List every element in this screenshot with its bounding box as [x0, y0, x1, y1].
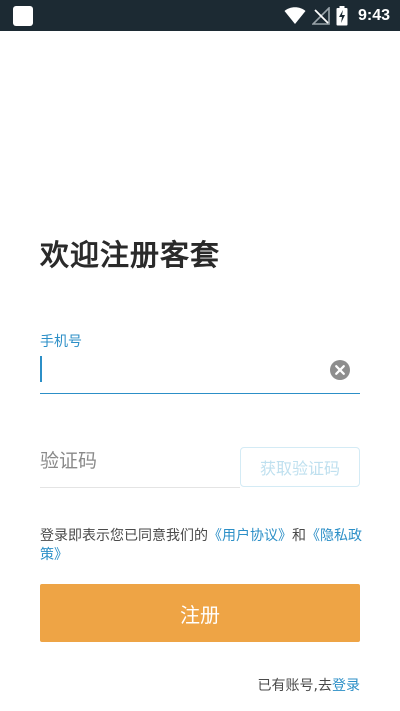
- status-bar: 9:43: [0, 0, 400, 31]
- agreement-prefix: 登录即表示您已同意我们的: [40, 528, 208, 544]
- login-prompt: 已有账号,去: [257, 678, 332, 694]
- status-time: 9:43: [357, 6, 390, 24]
- app-icon: [13, 6, 33, 26]
- user-agreement-link[interactable]: 《用户协议》: [208, 528, 292, 544]
- verify-code-input[interactable]: [40, 438, 235, 483]
- text-cursor: [40, 356, 42, 382]
- clear-circle-icon[interactable]: [330, 360, 350, 380]
- get-code-button[interactable]: 获取验证码: [240, 447, 360, 487]
- login-link[interactable]: 登录: [332, 678, 360, 694]
- wifi-icon: [284, 6, 306, 24]
- battery-charging-icon: [336, 5, 348, 25]
- phone-field[interactable]: [40, 352, 360, 394]
- verify-code-field[interactable]: [40, 438, 240, 488]
- status-icons: 9:43: [284, 0, 390, 31]
- login-line: 已有账号,去登录: [258, 675, 360, 695]
- phone-input[interactable]: [40, 352, 320, 392]
- page-title: 欢迎注册客套: [40, 238, 221, 272]
- register-screen: 9:43 欢迎注册客套 手机号 获取验证码 登录即表示您已同意我们的《用户协议》…: [0, 0, 400, 711]
- no-signal-icon: [311, 6, 330, 25]
- phone-label: 手机号: [40, 334, 82, 350]
- register-button[interactable]: 注册: [40, 584, 360, 642]
- agreement-conjunction: 和: [292, 528, 306, 544]
- agreement-text: 登录即表示您已同意我们的《用户协议》和《隐私政策》: [40, 527, 370, 565]
